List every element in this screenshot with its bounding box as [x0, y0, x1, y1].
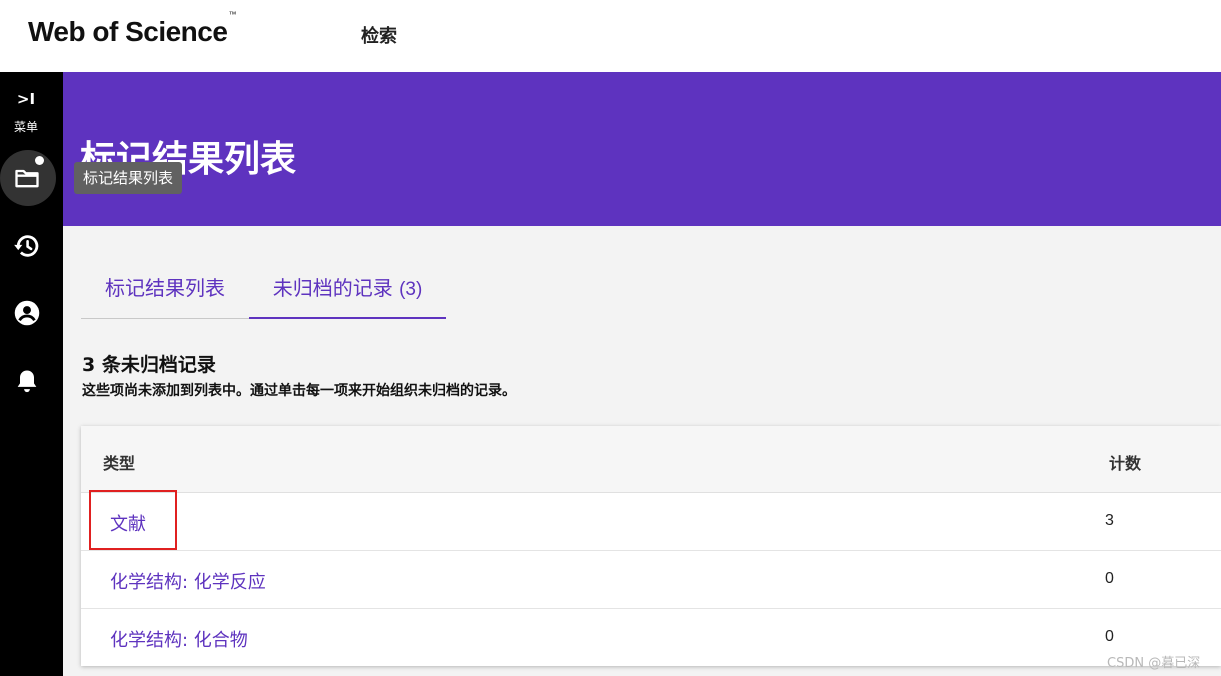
- record-count: 0: [1105, 570, 1114, 587]
- watermark: CSDN @暮已深: [1107, 656, 1201, 671]
- section-title: 3 条未归档记录: [82, 354, 216, 376]
- nav-search-link[interactable]: 检索: [361, 22, 397, 48]
- column-header-type: 类型: [103, 454, 136, 473]
- menu-label[interactable]: 菜单: [0, 118, 52, 135]
- record-type-link[interactable]: 文献: [110, 510, 146, 536]
- folder-icon[interactable]: [13, 164, 41, 192]
- record-count: 3: [1105, 512, 1114, 529]
- tab-marked-list[interactable]: 标记结果列表: [81, 268, 249, 319]
- table-row: 化学结构: 化学反应 0: [81, 551, 1221, 609]
- tab-label: 未归档的记录: [272, 276, 393, 300]
- logo-text: Web of Science: [28, 16, 228, 47]
- sidebar-tooltip: 标记结果列表: [74, 162, 183, 194]
- sidebar: >I 菜单: [0, 72, 63, 676]
- tab-bar: 标记结果列表 未归档的记录 (3): [81, 268, 446, 319]
- web-of-science-logo[interactable]: Web of Science™: [28, 10, 236, 48]
- table-row: 化学结构: 化合物 0: [81, 609, 1221, 667]
- record-count: 0: [1105, 628, 1114, 645]
- bell-icon[interactable]: [13, 367, 41, 395]
- account-icon[interactable]: [13, 299, 41, 327]
- logo-trademark: ™: [228, 9, 236, 19]
- tab-label: 标记结果列表: [105, 276, 225, 300]
- table-row: 文献 3: [81, 490, 1221, 551]
- page-header: 标记结果列表: [63, 72, 1221, 226]
- expand-menu-icon[interactable]: >I: [0, 90, 52, 108]
- tab-count: (3): [399, 279, 423, 300]
- section-description: 这些项尚未添加到列表中。通过单击每一项来开始组织未归档的记录。: [82, 383, 516, 399]
- record-type-link[interactable]: 化学结构: 化合物: [110, 626, 248, 652]
- column-header-count: 计数: [1109, 454, 1142, 473]
- tab-unfiled-records[interactable]: 未归档的记录 (3): [249, 268, 446, 319]
- top-bar: Web of Science™ 检索: [0, 0, 1221, 72]
- table-header: 类型 计数: [81, 426, 1221, 493]
- unfiled-records-table: 类型 计数 文献 3 化学结构: 化学反应 0 化学结构: 化合物 0: [81, 426, 1221, 666]
- record-type-link[interactable]: 化学结构: 化学反应: [110, 568, 266, 594]
- history-icon[interactable]: [13, 232, 41, 260]
- main-content: 标记结果列表 未归档的记录 (3) 3 条未归档记录 这些项尚未添加到列表中。通…: [63, 226, 1221, 676]
